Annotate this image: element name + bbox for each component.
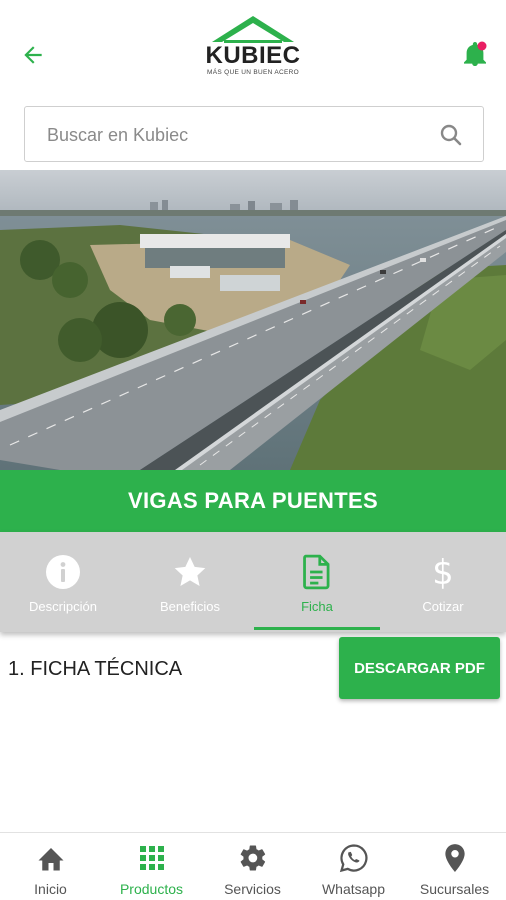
tab-descripcion[interactable]: Descripción — [0, 532, 126, 632]
logo-tagline: MÁS QUE UN BUEN ACERO — [207, 69, 299, 76]
section-title: 1. FICHA TÉCNICA — [8, 658, 183, 680]
download-pdf-button[interactable]: DESCARGAR PDF — [339, 637, 500, 699]
tab-label: Descripción — [29, 599, 97, 614]
location-pin-icon — [440, 843, 470, 873]
info-icon — [45, 554, 81, 590]
whatsapp-icon — [339, 843, 369, 873]
app-header: KUBIEC MÁS QUE UN BUEN ACERO — [0, 0, 506, 100]
nav-label: Inicio — [34, 881, 67, 897]
tab-beneficios[interactable]: Beneficios — [127, 532, 253, 632]
kubiec-logo[interactable]: KUBIEC MÁS QUE UN BUEN ACERO — [200, 14, 306, 80]
search-input[interactable] — [47, 123, 427, 147]
app-screen: KUBIEC MÁS QUE UN BUEN ACERO Buscar en K… — [0, 0, 506, 900]
grid-icon — [137, 843, 167, 873]
tab-label: Cotizar — [422, 599, 464, 614]
product-tabs: Descripción Beneficios Ficha $ Cotizar — [0, 532, 506, 632]
bridge-photo — [0, 170, 506, 470]
home-icon — [36, 843, 66, 873]
bottom-navigation: Inicio Productos Servicios Whatsapp Sucu… — [0, 832, 506, 900]
nav-label: Productos — [119, 881, 184, 897]
tab-cotizar[interactable]: $ Cotizar — [380, 532, 506, 632]
nav-label: Servicios — [224, 881, 281, 897]
search-icon — [440, 124, 462, 146]
logo-name: KUBIEC — [205, 42, 301, 69]
nav-label: Sucursales — [419, 881, 490, 897]
search-bar — [24, 106, 484, 162]
gear-icon — [238, 843, 268, 873]
nav-label: Whatsapp — [321, 881, 386, 897]
arrow-left-icon — [24, 46, 42, 64]
nav-item-sucursales[interactable]: Sucursales — [404, 833, 505, 900]
bell-icon — [464, 41, 487, 66]
search-button[interactable] — [439, 123, 463, 147]
nav-item-servicios[interactable]: Servicios — [202, 833, 303, 900]
star-icon — [172, 554, 208, 590]
dollar-icon: $ — [425, 554, 461, 590]
tab-ficha[interactable]: Ficha — [254, 532, 380, 632]
nav-item-inicio[interactable]: Inicio — [0, 833, 101, 900]
active-tab-indicator — [254, 627, 380, 630]
back-button[interactable] — [18, 40, 48, 70]
product-title: VIGAS PARA PUENTES — [128, 488, 378, 513]
nav-item-whatsapp[interactable]: Whatsapp — [303, 833, 404, 900]
tab-label: Beneficios — [160, 599, 220, 614]
notification-button[interactable] — [460, 40, 490, 70]
svg-text:$: $ — [432, 554, 453, 590]
product-hero-image — [0, 170, 506, 470]
document-icon — [299, 554, 335, 590]
product-title-band: VIGAS PARA PUENTES — [0, 470, 506, 532]
nav-item-productos[interactable]: Productos — [101, 833, 202, 900]
tab-label: Ficha — [301, 599, 333, 614]
logo-roof-icon — [212, 16, 294, 43]
